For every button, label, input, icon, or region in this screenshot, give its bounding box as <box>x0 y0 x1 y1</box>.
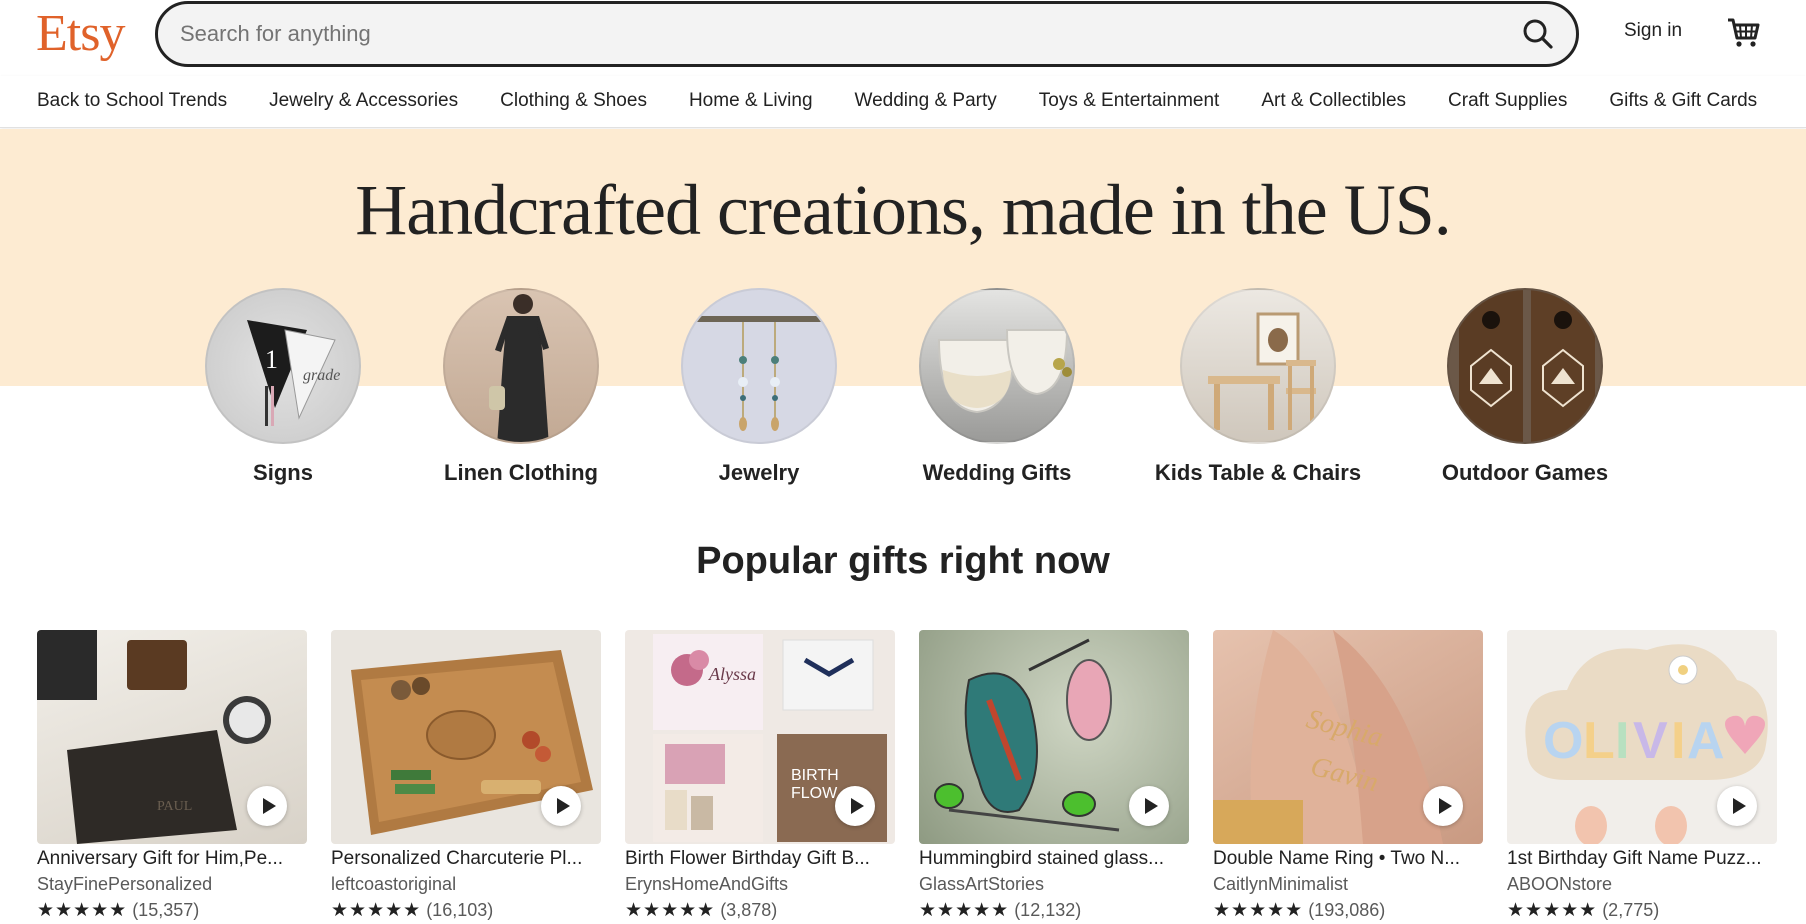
svg-text:PAUL: PAUL <box>157 799 192 814</box>
product-rating: ★★★★★ (3,878) <box>625 899 895 922</box>
site-header: Etsy Sign in <box>0 0 1806 70</box>
review-count: (15,357) <box>132 900 200 920</box>
product-image: Alyssa BIRTH FLOW <box>625 630 895 844</box>
play-video-button[interactable] <box>541 786 581 826</box>
svg-text:grade: grade <box>303 367 340 384</box>
category-image <box>443 288 599 444</box>
star-rating-icon: ★★★★★ <box>919 900 1010 921</box>
category-label: Signs <box>253 460 313 485</box>
product-title[interactable]: Double Name Ring • Two N... <box>1213 848 1483 870</box>
play-video-button[interactable] <box>247 786 287 826</box>
shop-name: StayFinePersonalized <box>37 874 213 894</box>
nav-item-wedding[interactable]: Wedding & Party <box>855 90 997 112</box>
nav-item-clothing[interactable]: Clothing & Shoes <box>500 90 647 112</box>
nav-item-home[interactable]: Home & Living <box>689 90 813 112</box>
svg-text:BIRTH: BIRTH <box>791 767 839 784</box>
hero-title: Handcrafted creations, made in the US. <box>355 170 1452 250</box>
search-input[interactable] <box>180 4 1480 64</box>
review-count: (193,086) <box>1308 900 1386 920</box>
shop-name: ErynsHomeAndGifts <box>625 874 789 894</box>
shop-name: GlassArtStories <box>919 874 1045 894</box>
product-card[interactable]: Hummingbird stained glass... GlassArtSto… <box>919 630 1189 922</box>
product-rating: ★★★★★ (16,103) <box>331 899 601 922</box>
category-image <box>1180 288 1336 444</box>
svg-text:1: 1 <box>265 345 278 374</box>
svg-text:L: L <box>1583 712 1615 770</box>
play-video-button[interactable] <box>1717 786 1757 826</box>
product-image: O L I V I A <box>1507 630 1777 844</box>
product-title[interactable]: Birth Flower Birthday Gift B... <box>625 848 895 870</box>
star-rating-icon: ★★★★★ <box>625 900 716 921</box>
play-video-button[interactable] <box>835 786 875 826</box>
svg-text:V: V <box>1633 712 1668 770</box>
category-label: Linen Clothing <box>444 460 598 485</box>
popular-section-title: Popular gifts right now <box>696 540 1110 582</box>
nav-item-toys[interactable]: Toys & Entertainment <box>1039 90 1220 112</box>
product-card[interactable]: PAUL Anniversary Gift for Him,Pe... Stay… <box>37 630 307 922</box>
shop-name: ABOONstore <box>1507 874 1613 894</box>
nav-item-back-to-school[interactable]: Back to School Trends <box>37 90 227 112</box>
category-nav: Back to School Trends Jewelry & Accessor… <box>0 76 1806 128</box>
category-wedding-gifts[interactable]: Wedding Gifts <box>877 288 1117 486</box>
cart-icon <box>1728 18 1760 47</box>
star-rating-icon: ★★★★★ <box>331 900 422 921</box>
product-rating: ★★★★★ (2,775) <box>1507 899 1777 922</box>
product-title[interactable]: Hummingbird stained glass... <box>919 848 1189 870</box>
review-count: (16,103) <box>426 900 494 920</box>
play-video-button[interactable] <box>1129 786 1169 826</box>
category-image <box>1447 288 1603 444</box>
category-image <box>681 288 837 444</box>
svg-text:FLOW: FLOW <box>791 785 838 802</box>
category-label: Wedding Gifts <box>922 460 1072 485</box>
svg-text:Alyssa: Alyssa <box>708 664 756 684</box>
product-image: PAUL <box>37 630 307 844</box>
product-card[interactable]: Personalized Charcuterie Pl... leftcoast… <box>331 630 601 922</box>
nav-item-craft[interactable]: Craft Supplies <box>1448 90 1567 112</box>
category-label: Kids Table & Chairs <box>1154 460 1362 485</box>
product-card[interactable]: Alyssa BIRTH FLOW Birth Flower Birthday … <box>625 630 895 922</box>
search-button[interactable] <box>1520 16 1556 52</box>
review-count: (3,878) <box>720 900 778 920</box>
review-count: (2,775) <box>1602 900 1660 920</box>
category-label: Outdoor Games <box>1441 460 1609 485</box>
search-icon <box>1523 19 1553 49</box>
svg-text:O: O <box>1543 712 1583 770</box>
shop-name: CaitlynMinimalist <box>1213 874 1349 894</box>
product-image <box>331 630 601 844</box>
nav-item-gifts[interactable]: Gifts & Gift Cards <box>1609 90 1757 112</box>
product-title[interactable]: Anniversary Gift for Him,Pe... <box>37 848 307 870</box>
category-kids-table-chairs[interactable]: Kids Table & Chairs <box>1138 288 1378 486</box>
product-rating: ★★★★★ (12,132) <box>919 899 1189 922</box>
category-image <box>919 288 1075 444</box>
nav-item-art[interactable]: Art & Collectibles <box>1261 90 1406 112</box>
svg-text:I: I <box>1615 712 1629 770</box>
shop-name: leftcoastoriginal <box>331 874 457 894</box>
star-rating-icon: ★★★★★ <box>1507 900 1598 921</box>
product-title[interactable]: 1st Birthday Gift Name Puzz... <box>1507 848 1777 870</box>
category-label: Jewelry <box>718 460 800 485</box>
svg-text:I: I <box>1671 712 1685 770</box>
cart-button[interactable] <box>1726 14 1762 50</box>
svg-text:A: A <box>1687 712 1725 770</box>
category-outdoor-games[interactable]: Outdoor Games <box>1405 288 1645 486</box>
sign-in-link[interactable]: Sign in <box>1624 20 1682 42</box>
review-count: (12,132) <box>1014 900 1082 920</box>
product-image: Sophia Gavin <box>1213 630 1483 844</box>
product-card[interactable]: O L I V I A 1st Birthday Gift Name Puzz.… <box>1507 630 1777 922</box>
product-card[interactable]: Sophia Gavin Double Name Ring • Two N...… <box>1213 630 1483 922</box>
star-rating-icon: ★★★★★ <box>1213 900 1304 921</box>
etsy-logo[interactable]: Etsy <box>36 4 125 64</box>
product-title[interactable]: Personalized Charcuterie Pl... <box>331 848 601 870</box>
play-video-button[interactable] <box>1423 786 1463 826</box>
category-image: 1 grade <box>205 288 361 444</box>
nav-item-jewelry[interactable]: Jewelry & Accessories <box>269 90 458 112</box>
product-rating: ★★★★★ (15,357) <box>37 899 307 922</box>
product-image <box>919 630 1189 844</box>
category-linen-clothing[interactable]: Linen Clothing <box>401 288 641 486</box>
product-rating: ★★★★★ (193,086) <box>1213 899 1483 922</box>
search-bar[interactable] <box>155 1 1579 67</box>
category-signs[interactable]: 1 grade Signs <box>163 288 403 486</box>
category-jewelry[interactable]: Jewelry <box>639 288 879 486</box>
star-rating-icon: ★★★★★ <box>37 900 128 921</box>
